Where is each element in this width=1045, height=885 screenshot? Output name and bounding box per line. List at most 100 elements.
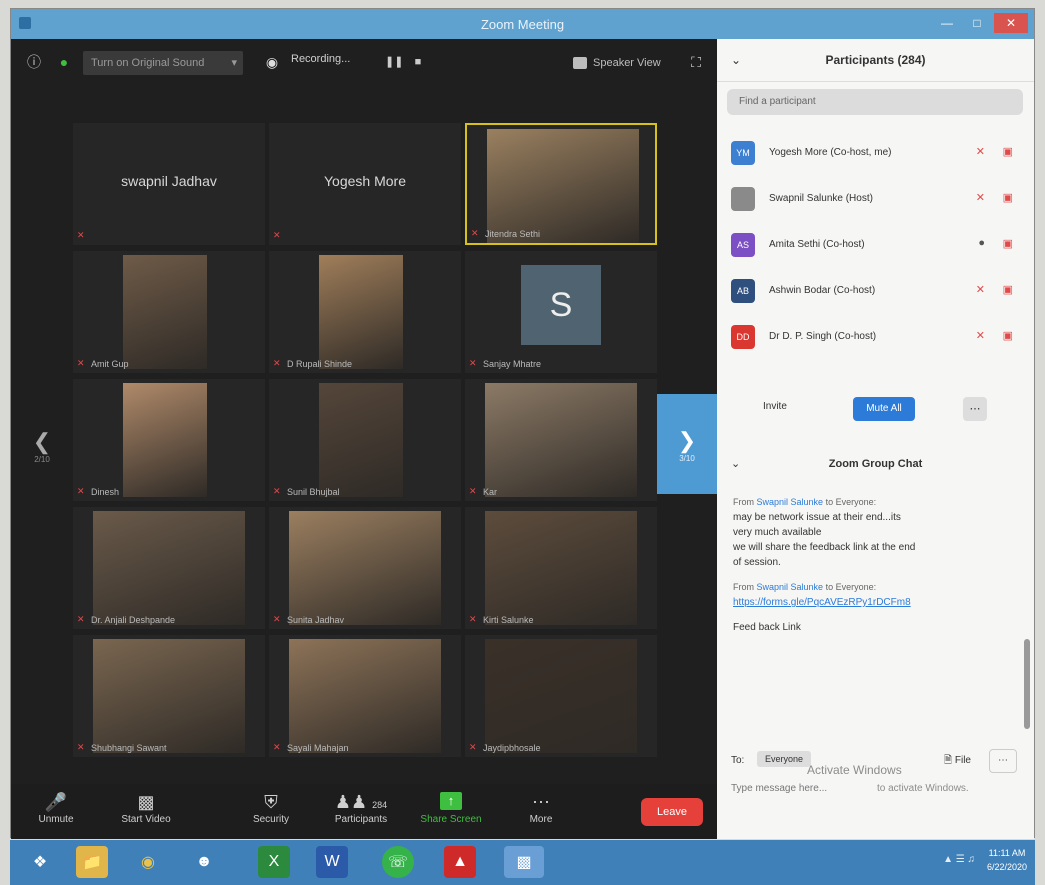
participant-name: Shubhangi Sawant (91, 743, 167, 753)
word-icon[interactable]: W (316, 846, 348, 878)
video-tile[interactable]: ✕ Kar (465, 379, 657, 501)
shield-icon[interactable]: ● (55, 53, 73, 71)
maximize-icon[interactable]: □ (964, 13, 990, 33)
chevron-down-icon[interactable]: ▾ (231, 51, 237, 75)
share-screen-button[interactable]: ↑ Share Screen (416, 792, 486, 825)
minimize-icon[interactable]: — (934, 13, 960, 33)
avatar (731, 187, 755, 211)
participant-row[interactable]: AB Ashwin Bodar (Co-host) ✕ ▣ (731, 277, 1021, 307)
microphone-muted-icon: ✕ (77, 358, 85, 368)
security-button[interactable]: ⛨ Security (236, 792, 306, 825)
participants-button[interactable]: ♟♟ 284 Participants (321, 792, 401, 825)
participant-video (485, 383, 637, 497)
more-options-button[interactable]: ⋯ (963, 397, 987, 421)
microphone-muted-icon: ✕ (273, 486, 281, 496)
recording-icon: ◉ (265, 54, 279, 70)
unmute-button[interactable]: 🎤 Unmute (21, 792, 91, 825)
participant-row[interactable]: YM Yogesh More (Co-host, me) ✕ ▣ (731, 139, 1021, 169)
microphone-muted-icon: ✕ (471, 228, 479, 238)
microphone-muted-icon: ✕ (273, 742, 281, 752)
excel-icon[interactable]: X (258, 846, 290, 878)
chat-message-input[interactable]: Type message here... (731, 783, 827, 794)
participant-video (319, 255, 403, 369)
recipient-dropdown[interactable]: Everyone (757, 751, 812, 767)
microphone-muted-icon: 🎤 (44, 792, 68, 812)
video-tile[interactable]: Yogesh More ✕ (269, 123, 461, 245)
people-icon[interactable]: ☻ (188, 846, 220, 878)
pdf-reader-icon[interactable]: ▲ (444, 846, 476, 878)
microphone-muted-icon[interactable]: ✕ (976, 329, 985, 342)
participant-video (485, 511, 637, 625)
video-tile[interactable]: ✕ Dr. Anjali Deshpande (73, 507, 265, 629)
activate-windows-watermark: Activate Windows (807, 763, 902, 777)
invite-button[interactable]: Invite (763, 401, 787, 412)
speaker-view-button[interactable]: Speaker View (573, 51, 661, 75)
mute-all-button[interactable]: Mute All (853, 397, 915, 421)
whatsapp-icon[interactable]: ☏ (382, 846, 414, 878)
participant-name: Swapnil Salunke (Host) (769, 193, 873, 204)
video-tile[interactable]: ✕ Sunita Jadhav (269, 507, 461, 629)
video-tile[interactable]: ✕ Shubhangi Sawant (73, 635, 265, 757)
participant-name: Amit Gup (91, 359, 129, 369)
chrome-icon[interactable]: ◉ (132, 846, 164, 878)
participant-name: Amita Sethi (Co-host) (769, 239, 865, 250)
start-video-button[interactable]: ▩ Start Video (111, 792, 181, 825)
windows-start-icon[interactable]: ❖ (24, 846, 56, 878)
microphone-muted-icon[interactable]: ✕ (976, 145, 985, 158)
avatar: AB (731, 279, 755, 303)
video-camera-off-icon: ▣ (1002, 238, 1013, 250)
system-tray-icons[interactable]: ▲ ☰ ♫ (943, 854, 975, 865)
stop-recording-icon[interactable]: ■ (409, 53, 427, 71)
participant-name: Jitendra Sethi (485, 229, 541, 239)
chevron-right-icon: ❯ (677, 428, 697, 453)
participant-name: Dr D. P. Singh (Co-host) (769, 331, 877, 342)
info-icon[interactable]: ⓘ (25, 53, 43, 71)
close-icon[interactable]: ✕ (994, 13, 1028, 33)
fullscreen-icon[interactable]: ⛶ (687, 53, 705, 71)
microphone-muted-icon[interactable]: ✕ (976, 191, 985, 204)
feedback-link[interactable]: https://forms.gle/PqcAVEzRPy1rDCFm8 (733, 597, 911, 608)
previous-page-button[interactable]: ❮ 2/10 (27, 429, 57, 464)
video-tile[interactable]: ✕ D Rupali Shinde (269, 251, 461, 373)
pause-recording-icon[interactable]: ❚❚ (385, 53, 403, 71)
video-camera-off-icon: ▣ (1002, 284, 1013, 296)
find-participant-input[interactable]: Find a participant (727, 89, 1023, 115)
participants-header: ⌄ Participants (284) (717, 39, 1034, 82)
participant-name-large: Yogesh More (324, 173, 406, 189)
participant-row[interactable]: Swapnil Salunke (Host) ✕ ▣ (731, 185, 1021, 215)
collapse-chevron-icon[interactable]: ⌄ (731, 39, 741, 81)
taskbar-clock[interactable]: 11:11 AM 6/22/2020 (987, 846, 1027, 874)
original-sound-button[interactable]: Turn on Original Sound ▾ (83, 51, 243, 75)
video-tile[interactable]: S ✕ Sanjay Mhatre (465, 251, 657, 373)
video-tile[interactable]: ✕ Dinesh (73, 379, 265, 501)
file-explorer-icon[interactable]: 📁 (76, 846, 108, 878)
next-page-button[interactable]: ❯ 3/10 (657, 394, 717, 494)
participant-row[interactable]: DD Dr D. P. Singh (Co-host) ✕ ▣ (731, 323, 1021, 353)
chat-scrollbar[interactable] (1024, 639, 1030, 729)
file-button[interactable]: 🗎 File (944, 753, 971, 770)
participant-row[interactable]: AS Amita Sethi (Co-host) ● ▣ (731, 231, 1021, 261)
leave-button[interactable]: Leave (641, 798, 703, 826)
more-button[interactable]: ⋯ More (506, 792, 576, 825)
microphone-muted-icon[interactable]: ✕ (976, 283, 985, 296)
video-tile[interactable]: ✕ Kirti Salunke (465, 507, 657, 629)
collapse-chevron-icon[interactable]: ⌄ (731, 449, 740, 479)
participant-video (93, 511, 245, 625)
chat-more-icon[interactable]: ⋯ (989, 749, 1017, 773)
zoom-taskbar-icon[interactable]: ▩ (504, 846, 544, 878)
chat-message: From Swapnil Salunke to Everyone: may be… (733, 497, 916, 568)
video-tile[interactable]: swapnil Jadhav ✕ (73, 123, 265, 245)
zoom-app-icon (19, 17, 31, 29)
video-tile[interactable]: ✕ Jaydipbhosale (465, 635, 657, 757)
participant-name: Sayali Mahajan (287, 743, 349, 753)
video-tile[interactable]: ✕ Sayali Mahajan (269, 635, 461, 757)
microphone-icon[interactable]: ● (978, 237, 985, 249)
video-tile[interactable]: ✕ Sunil Bhujbal (269, 379, 461, 501)
participant-name: Sanjay Mhatre (483, 359, 542, 369)
participant-avatar: S (521, 265, 601, 345)
page-indicator: 3/10 (679, 454, 695, 463)
video-tile[interactable]: ✕ Amit Gup (73, 251, 265, 373)
video-tile[interactable]: ✕ Jitendra Sethi (465, 123, 657, 245)
participant-video (487, 129, 639, 243)
chat-message: From Swapnil Salunke to Everyone: https:… (733, 582, 911, 608)
